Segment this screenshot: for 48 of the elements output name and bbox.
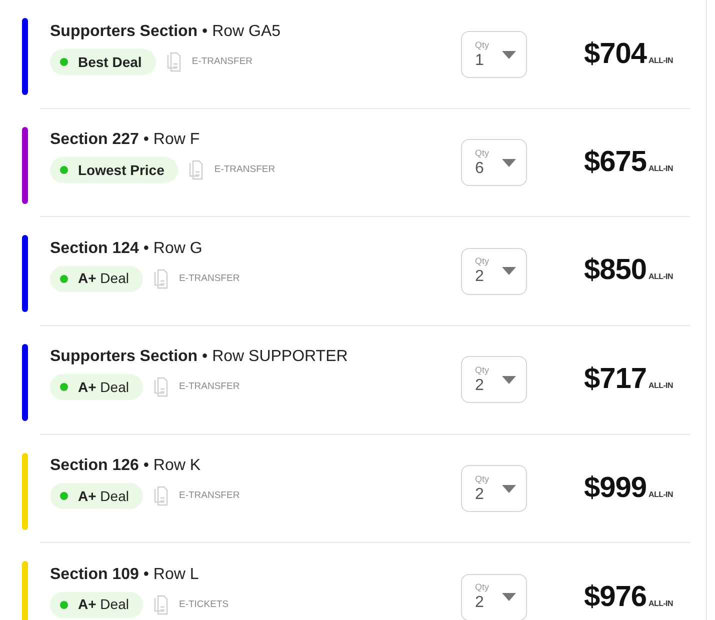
delivery-label: E-TRANSFER xyxy=(178,272,240,286)
price-note: ALL-IN xyxy=(648,488,673,501)
quantity-select[interactable]: Qty 1 xyxy=(461,31,527,78)
document-icon xyxy=(152,268,169,289)
listing-title: Section 126 • Row K xyxy=(50,456,202,476)
dropdown-caret-icon xyxy=(502,593,516,602)
document-icon xyxy=(152,594,169,615)
deal-badge: Best Deal xyxy=(50,49,156,76)
price: $976 xyxy=(584,580,647,615)
document-icon xyxy=(152,486,169,506)
deal-badge: Lowest Price xyxy=(50,157,178,184)
price-note: ALL-IN xyxy=(648,55,673,68)
quantity-select[interactable]: Qty 2 xyxy=(461,248,527,295)
listing-title: Section 109 • Row L xyxy=(50,564,200,585)
price: $999 xyxy=(584,470,647,506)
deal-badge: A+ Deal xyxy=(50,266,143,292)
dropdown-caret-icon xyxy=(502,50,516,59)
listing-title: Section 227 • Row F xyxy=(50,130,201,150)
delivery-label: E-TICKETS xyxy=(178,598,229,612)
deal-badge: A+ Deal xyxy=(50,592,143,618)
listing-title: Supporters Section • Row SUPPORTER xyxy=(50,347,349,368)
dropdown-caret-icon xyxy=(502,376,516,384)
quantity-select[interactable]: Qty 2 xyxy=(461,574,527,620)
price-note: ALL-IN xyxy=(648,271,673,284)
dropdown-caret-icon xyxy=(502,267,516,276)
listing-title: Supporters Section • Row GA5 xyxy=(50,22,282,42)
price-note: ALL-IN xyxy=(648,162,673,175)
quantity-select[interactable]: Qty 2 xyxy=(461,356,527,404)
price: $850 xyxy=(584,253,647,288)
listing-title: Section 124 • Row G xyxy=(50,238,204,259)
price-note: ALL-IN xyxy=(648,380,673,392)
price-note: ALL-IN xyxy=(648,598,673,610)
quantity-select[interactable]: Qty 6 xyxy=(461,139,527,186)
dropdown-caret-icon xyxy=(502,158,516,167)
document-icon xyxy=(188,160,204,180)
delivery-label: E-TRANSFER xyxy=(192,55,253,70)
price: $717 xyxy=(584,362,647,398)
dropdown-caret-icon xyxy=(502,484,516,493)
delivery-label: E-TRANSFER xyxy=(178,380,240,394)
deal-badge: A+ Deal xyxy=(50,483,143,510)
document-icon xyxy=(152,377,169,398)
deal-badge: A+ Deal xyxy=(50,374,143,400)
delivery-label: E-TRANSFER xyxy=(214,162,276,177)
quantity-select[interactable]: Qty 2 xyxy=(461,465,527,512)
delivery-label: E-TRANSFER xyxy=(178,488,240,503)
document-icon xyxy=(166,52,182,72)
price: $675 xyxy=(584,144,647,180)
price: $704 xyxy=(584,37,647,72)
